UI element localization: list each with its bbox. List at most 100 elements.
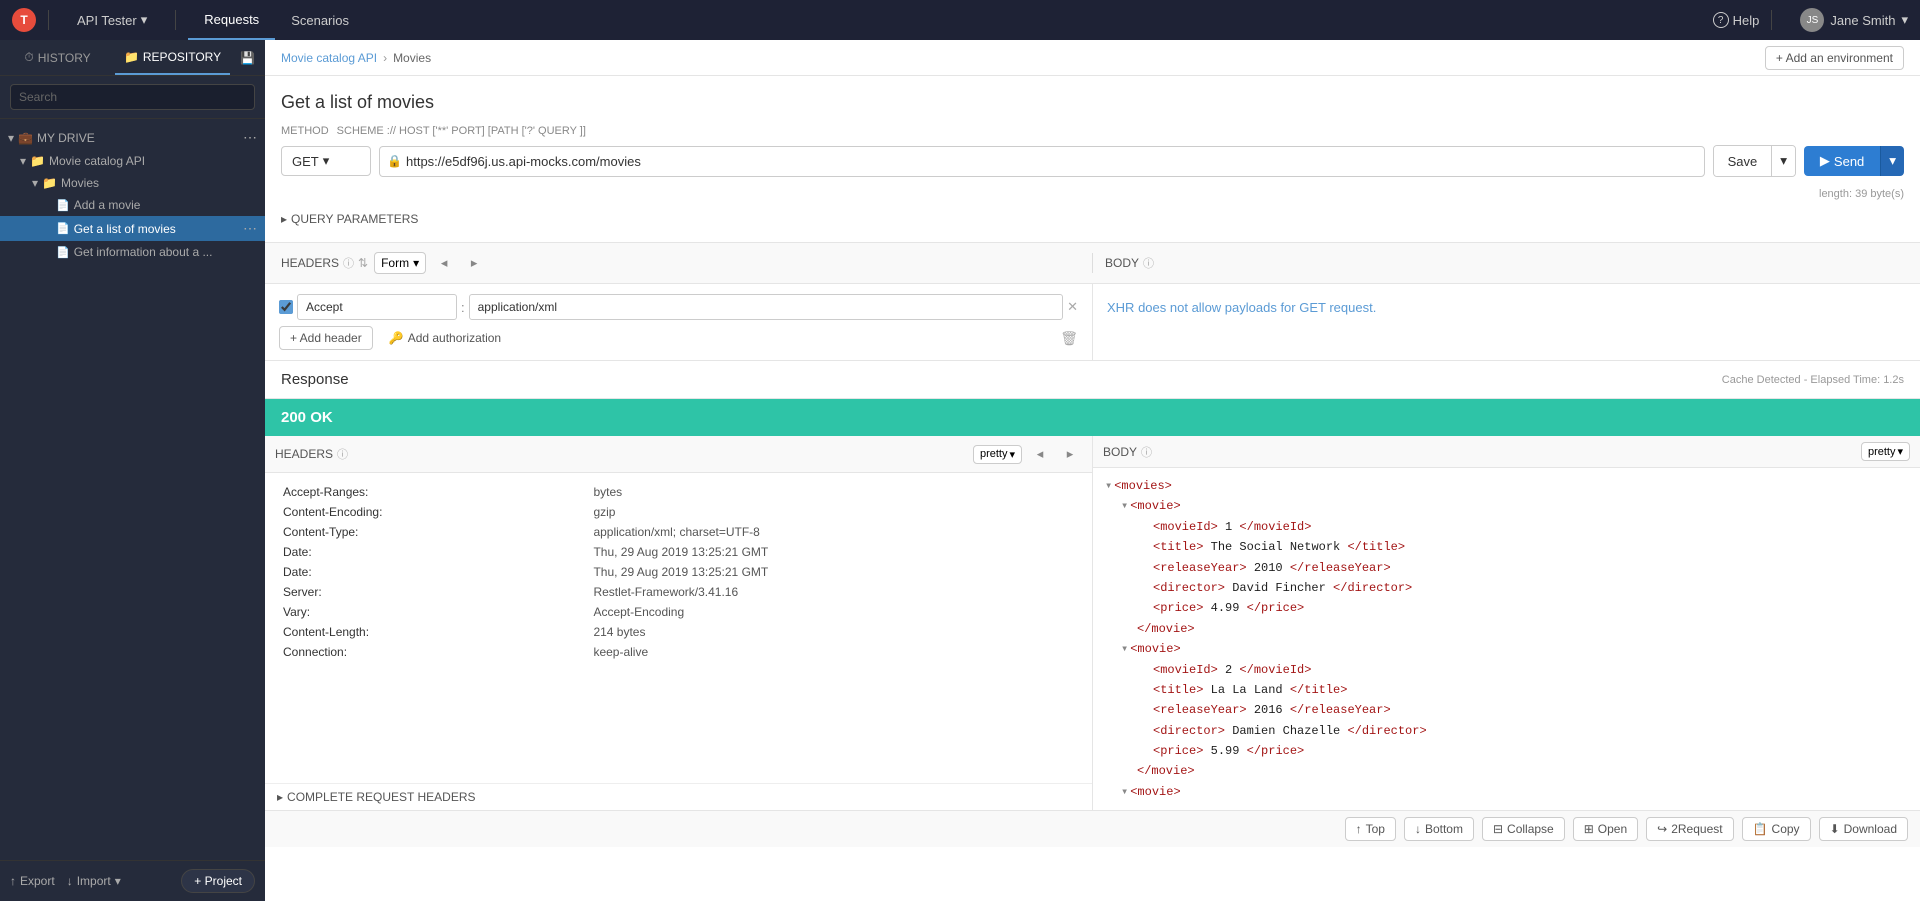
tab-scenarios-label: Scenarios	[291, 13, 349, 28]
body-label-text: BODY	[1105, 256, 1139, 270]
tab-scenarios[interactable]: Scenarios	[275, 0, 365, 40]
response-headers-label: HEADERS ⓘ	[275, 446, 348, 462]
top-button[interactable]: ↑ Top	[1345, 817, 1396, 841]
header-row-0: : ✕	[279, 294, 1078, 320]
sidebar-item-get-information[interactable]: 📄 Get information about a ...	[0, 241, 265, 263]
response-title: Response	[281, 371, 349, 388]
headers-sort-icon[interactable]: ⇅	[358, 256, 368, 270]
sidebar-item-movie-catalog-api[interactable]: ▾ 📁 Movie catalog API	[0, 150, 265, 172]
xml-movie2-fields: <movieId> 2 </movieId> <title> La La Lan…	[1153, 660, 1908, 762]
complete-request-headers-toggle[interactable]: ▸ COMPLETE REQUEST HEADERS	[265, 783, 1092, 810]
tab-requests[interactable]: Requests	[188, 0, 275, 40]
xml-movie1-fields: <movieId> 1 </movieId> <title> The Socia…	[1153, 517, 1908, 619]
query-params-toggle[interactable]: ▸ QUERY PARAMETERS	[281, 206, 1904, 226]
to-request-button[interactable]: ↪ 2Request	[1646, 817, 1733, 841]
resp-header-key-4: Date:	[279, 563, 587, 581]
my-drive-more[interactable]: ⋯	[243, 129, 257, 146]
open-button[interactable]: ⊞ Open	[1573, 817, 1638, 841]
collapse-button[interactable]: ⊟ Collapse	[1482, 817, 1565, 841]
resp-header-value-2: application/xml; charset=UTF-8	[589, 523, 1078, 541]
send-chevron-button[interactable]: ▾	[1880, 146, 1904, 176]
import-button[interactable]: ↓ Import ▾	[67, 874, 121, 888]
save-button[interactable]: Save	[1714, 146, 1772, 176]
sidebar-item-add-a-movie[interactable]: 📄 Add a movie	[0, 194, 265, 216]
xml-row-movie1-close: </movie>	[1137, 619, 1908, 639]
xml-toggle-movie1[interactable]: ▾	[1121, 496, 1128, 516]
xml-tag-movie2-open: <movie>	[1130, 639, 1180, 659]
sidebar-tree: ▾ 💼 MY DRIVE ⋯ ▾ 📁 Movie catalog API ▾ 📁…	[0, 119, 265, 860]
resp-header-key-8: Connection:	[279, 643, 587, 661]
top-label: Top	[1366, 822, 1385, 836]
method-select[interactable]: GET ▾	[281, 146, 371, 176]
export-label: Export	[20, 874, 55, 888]
resp-headers-arrow-right[interactable]: ▸	[1058, 442, 1082, 466]
xml-row-movie2-open: ▾ <movie>	[1121, 639, 1908, 659]
delete-all-headers-button[interactable]: 🗑	[1060, 330, 1078, 347]
request-section: Get a list of movies METHOD SCHEME :// H…	[265, 76, 1920, 243]
sidebar-item-label: Add a movie	[74, 198, 141, 212]
resp-body-pretty-select[interactable]: pretty ▾	[1861, 442, 1910, 461]
xml-toggle-movies[interactable]: ▾	[1105, 476, 1112, 496]
resp-header-value-1: gzip	[589, 503, 1078, 521]
user-name: Jane Smith	[1830, 13, 1895, 28]
sidebar-item-movies[interactable]: ▾ 📁 Movies	[0, 172, 265, 194]
export-button[interactable]: ↑ Export	[10, 874, 55, 888]
copy-button[interactable]: 📋 Copy	[1742, 817, 1811, 841]
sidebar-tab-repository[interactable]: 📁 REPOSITORY	[115, 40, 230, 75]
send-button[interactable]: ▶ Send	[1804, 146, 1880, 176]
item-more-btn[interactable]: ⋯	[243, 220, 257, 237]
resp-header-row-8: Connection:keep-alive	[279, 643, 1078, 661]
resp-headers-arrow-left[interactable]: ◂	[1028, 442, 1052, 466]
lock-icon: 🔒	[387, 154, 402, 168]
xml-toggle-movie2[interactable]: ▾	[1121, 639, 1128, 659]
sidebar-item-get-a-list-of-movies[interactable]: 📄 Get a list of movies ⋯	[0, 216, 265, 241]
header-checkbox-0[interactable]	[279, 300, 293, 314]
app-name-label[interactable]: API Tester ▾	[61, 0, 163, 40]
tab-requests-label: Requests	[204, 12, 259, 27]
download-button[interactable]: ⬇ Download	[1819, 817, 1908, 841]
add-project-button[interactable]: + Project	[181, 869, 255, 893]
body-info-icon: ⓘ	[1143, 255, 1154, 271]
sidebar-tab-history[interactable]: ⏱ HISTORY	[0, 40, 115, 75]
resp-header-row-0: Accept-Ranges:bytes	[279, 483, 1078, 501]
xml-toggle-movie3[interactable]: ▾	[1121, 782, 1128, 802]
my-drive-section[interactable]: ▾ 💼 MY DRIVE ⋯	[0, 125, 265, 150]
section-divider	[1092, 253, 1093, 273]
headers-arrow-right[interactable]: ▸	[462, 251, 486, 275]
add-header-button[interactable]: + Add header	[279, 326, 373, 350]
copy-label: Copy	[1772, 822, 1800, 836]
sidebar-tab-save[interactable]: 💾	[230, 40, 265, 75]
key-icon: 🔑	[389, 331, 404, 345]
header-value-0[interactable]	[469, 294, 1063, 320]
bottom-button[interactable]: ↓ Bottom	[1404, 817, 1474, 841]
form-select[interactable]: Form ▾	[374, 252, 426, 274]
resp-headers-pretty-select[interactable]: pretty ▾	[973, 445, 1022, 464]
main-scroll-area: Get a list of movies METHOD SCHEME :// H…	[265, 76, 1920, 901]
save-chevron-button[interactable]: ▾	[1771, 146, 1795, 176]
complete-req-label: COMPLETE REQUEST HEADERS	[287, 790, 475, 804]
headers-body-row: HEADERS ⓘ ⇅ Form ▾ ◂ ▸ BODY	[265, 243, 1920, 284]
resp-headers-pretty-label: pretty	[980, 448, 1008, 460]
import-icon: ↓	[67, 874, 73, 888]
method-value: GET	[292, 154, 319, 169]
add-authorization-button[interactable]: 🔑 Add authorization	[389, 331, 501, 345]
resp-body-label-text: BODY	[1103, 445, 1137, 459]
resp-header-row-2: Content-Type:application/xml; charset=UT…	[279, 523, 1078, 541]
headers-arrow-left[interactable]: ◂	[432, 251, 456, 275]
repository-icon: 📁	[124, 50, 139, 64]
user-menu[interactable]: JS Jane Smith ▾	[1800, 8, 1908, 32]
my-drive-chevron: ▾	[8, 131, 14, 145]
query-params-label: QUERY PARAMETERS	[291, 212, 418, 226]
import-chevron: ▾	[115, 874, 121, 888]
copy-icon: 📋	[1753, 822, 1768, 836]
url-input[interactable]	[379, 146, 1705, 177]
resp-header-key-0: Accept-Ranges:	[279, 483, 587, 501]
breadcrumb-parent[interactable]: Movie catalog API	[281, 51, 377, 65]
search-input[interactable]	[10, 84, 255, 110]
header-key-0[interactable]	[297, 294, 457, 320]
help-icon: ?	[1713, 12, 1729, 28]
header-delete-0[interactable]: ✕	[1067, 299, 1078, 315]
add-environment-button[interactable]: + Add an environment	[1765, 46, 1904, 70]
help-button[interactable]: ? Help	[1713, 12, 1760, 28]
top-nav: T API Tester ▾ Requests Scenarios ? Help…	[0, 0, 1920, 40]
